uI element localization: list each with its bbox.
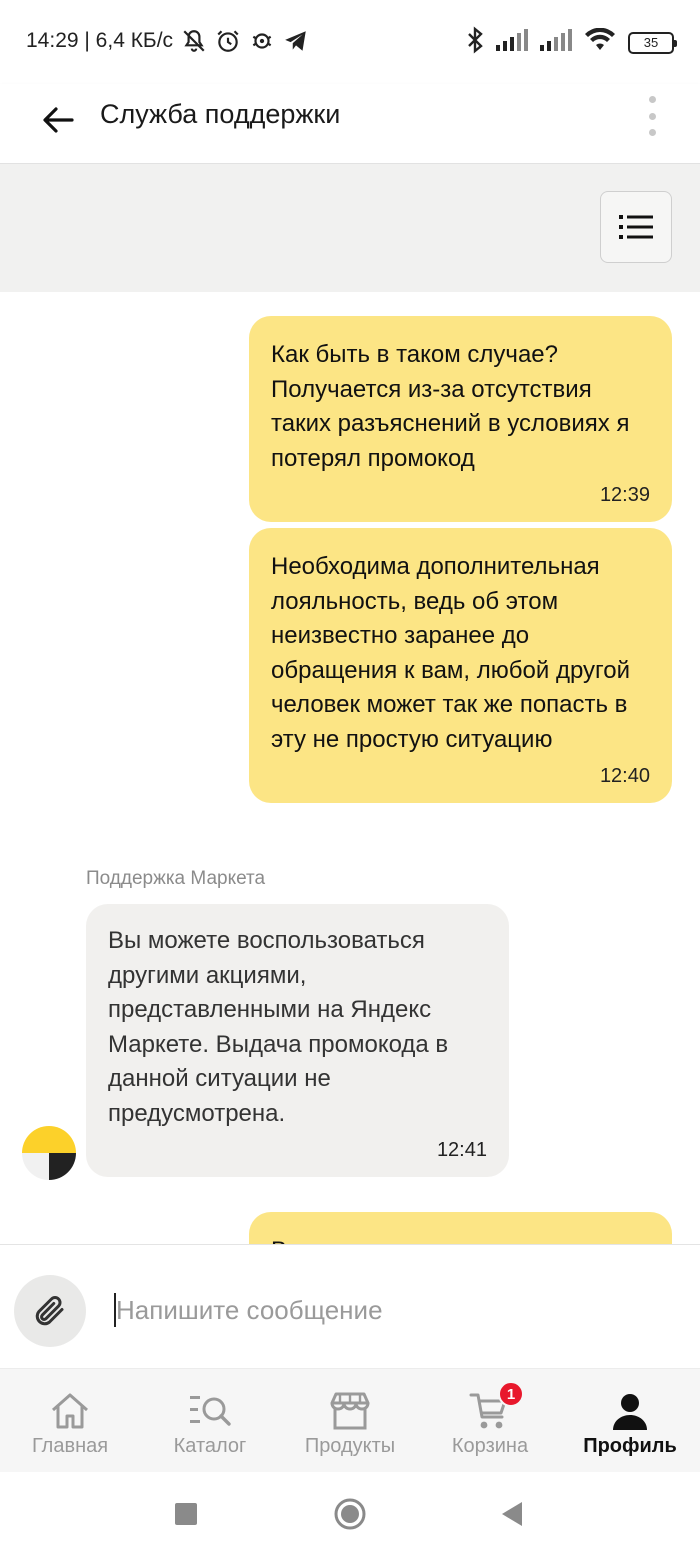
triangle-back-icon bbox=[502, 1502, 522, 1526]
message-composer bbox=[0, 1244, 700, 1368]
app-bar: Служба поддержки bbox=[0, 84, 700, 164]
page-title: Служба поддержки bbox=[100, 99, 341, 129]
nav-item-home[interactable]: Главная bbox=[0, 1369, 140, 1473]
message-text: Как быть в таком случае? Получается из-з… bbox=[271, 341, 630, 472]
nav-label: Продукты bbox=[304, 1435, 396, 1457]
menu-button[interactable] bbox=[600, 191, 672, 263]
back-system-button[interactable] bbox=[496, 1498, 528, 1530]
message-time: 12:40 bbox=[599, 765, 650, 787]
signal-icon bbox=[496, 29, 528, 56]
muted-bell-icon bbox=[181, 28, 207, 54]
list-icon bbox=[619, 215, 653, 239]
store-icon bbox=[328, 1391, 372, 1431]
alarm-icon bbox=[215, 28, 241, 54]
paperclip-icon bbox=[35, 1296, 64, 1326]
circle-icon bbox=[334, 1498, 366, 1530]
cart-icon: 1 bbox=[468, 1381, 524, 1431]
nav-label: Профиль bbox=[583, 1435, 677, 1457]
back-button[interactable] bbox=[36, 98, 80, 142]
attach-button[interactable] bbox=[14, 1275, 86, 1347]
chat-toolbar bbox=[0, 164, 700, 292]
battery-icon: 35 bbox=[628, 31, 677, 54]
notification-app-icon bbox=[249, 28, 275, 54]
battery-level: 35 bbox=[643, 34, 659, 50]
message-text: Вы можете воспользоваться другими акциям… bbox=[108, 927, 455, 1127]
wifi-icon bbox=[584, 27, 616, 57]
message-bubble-incoming: Вы можете воспользоваться другими акциям… bbox=[86, 904, 509, 1177]
system-navigation-bar bbox=[0, 1472, 700, 1556]
message-bubble-outgoing: Необходима дополнительная лояльность, ве… bbox=[249, 528, 672, 803]
nav-item-products[interactable]: Продукты bbox=[280, 1369, 420, 1473]
nav-label: Главная bbox=[31, 1435, 109, 1457]
status-bar: 14:29 | 6,4 КБ/с 35 bbox=[0, 0, 700, 84]
home-button[interactable] bbox=[334, 1498, 366, 1530]
message-time: 12:39 bbox=[599, 484, 650, 506]
status-time-speed: 14:29 | 6,4 КБ/с bbox=[26, 29, 174, 52]
square-icon bbox=[175, 1503, 197, 1525]
message-bubble-outgoing: В bbox=[249, 1212, 672, 1244]
nav-item-cart[interactable]: 1 Корзина bbox=[420, 1369, 560, 1473]
nav-item-catalog[interactable]: Каталог bbox=[140, 1369, 280, 1473]
message-text: Необходима дополнительная лояльность, ве… bbox=[271, 553, 637, 753]
recents-button[interactable] bbox=[170, 1498, 202, 1530]
nav-item-profile[interactable]: Профиль bbox=[560, 1369, 700, 1473]
nav-label: Каталог bbox=[173, 1435, 247, 1457]
message-text: В bbox=[271, 1234, 650, 1244]
signal-icon bbox=[540, 29, 572, 56]
catalog-search-icon bbox=[188, 1391, 232, 1431]
message-time: 12:41 bbox=[436, 1139, 487, 1161]
avatar bbox=[22, 1126, 76, 1180]
cart-badge: 1 bbox=[498, 1381, 524, 1407]
nav-label: Корзина bbox=[451, 1435, 529, 1457]
message-input[interactable] bbox=[116, 1285, 676, 1335]
sender-name: Поддержка Маркета bbox=[86, 868, 266, 889]
telegram-icon bbox=[283, 28, 309, 54]
chat-messages: Как быть в таком случае? Получается из-з… bbox=[0, 292, 700, 1244]
more-options-button[interactable] bbox=[644, 96, 660, 136]
profile-icon bbox=[608, 1391, 652, 1431]
message-bubble-outgoing: Как быть в таком случае? Получается из-з… bbox=[249, 316, 672, 522]
arrow-left-icon bbox=[43, 107, 74, 133]
bottom-navigation: Главная Каталог Продукты 1 Корзина Профи… bbox=[0, 1368, 700, 1472]
bluetooth-icon bbox=[466, 26, 484, 59]
home-icon bbox=[48, 1391, 92, 1431]
